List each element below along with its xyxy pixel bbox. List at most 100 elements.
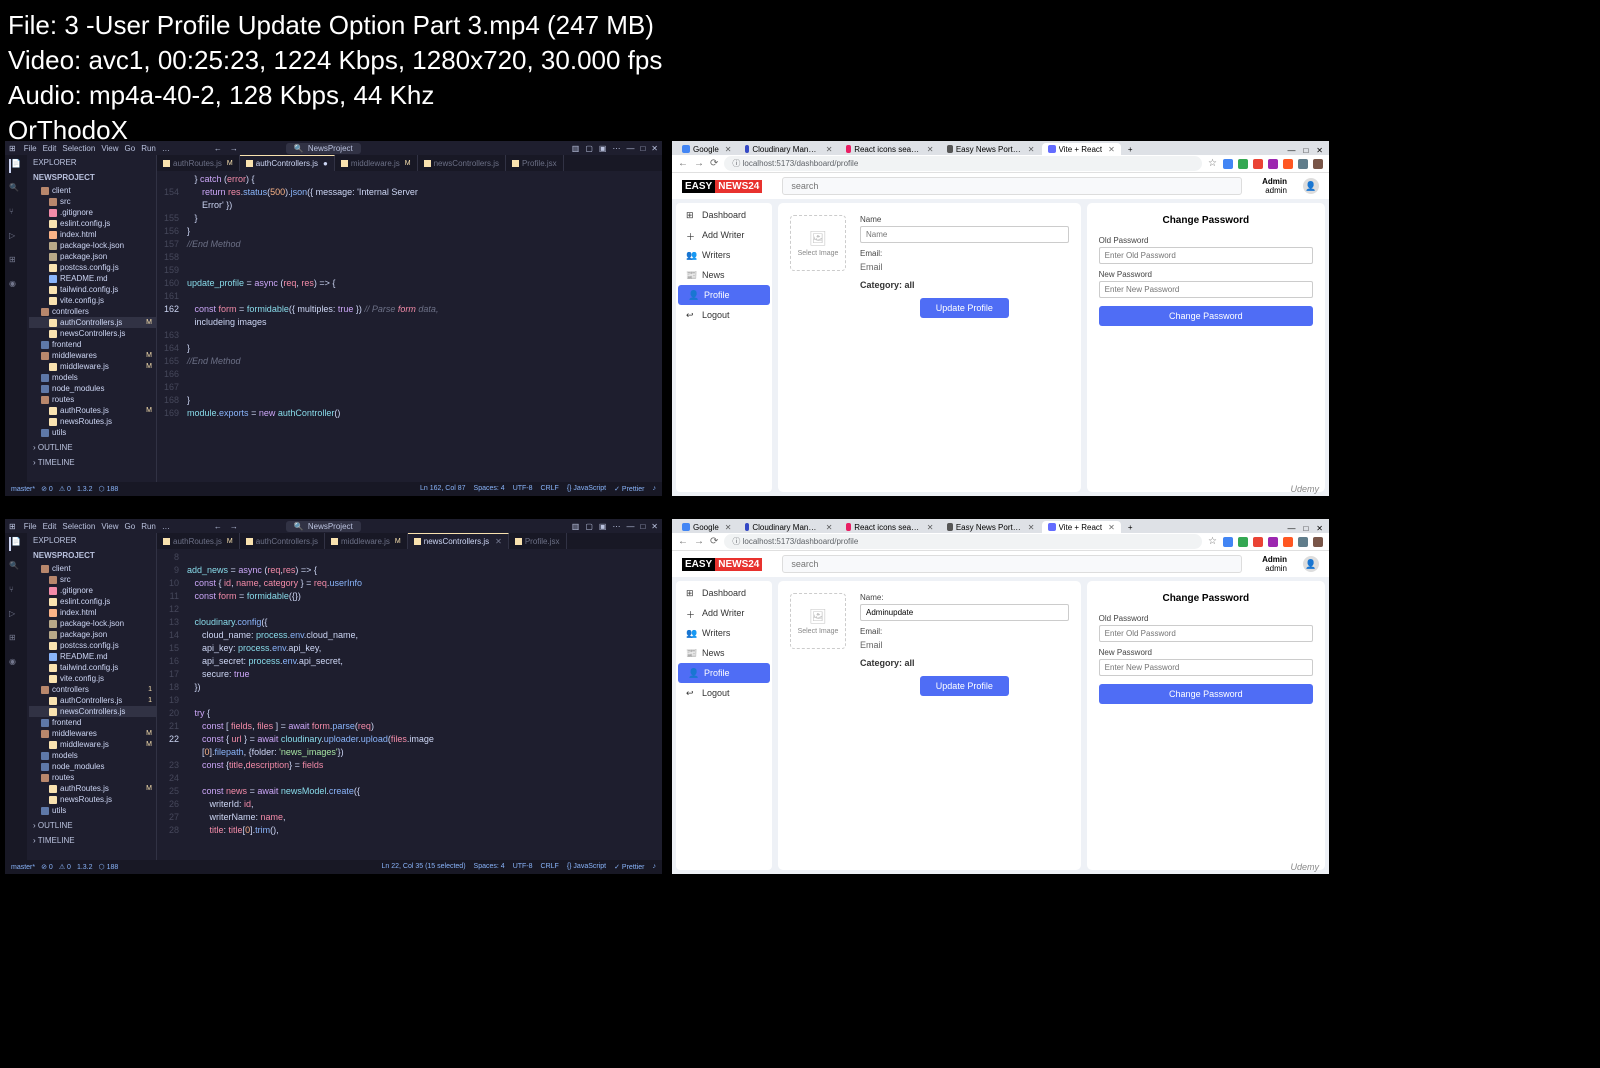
sidebar-item-news[interactable]: 📰News bbox=[676, 643, 772, 663]
file-tree-item[interactable]: package-lock.json bbox=[29, 240, 156, 251]
file-tree-item[interactable]: client bbox=[29, 563, 156, 574]
address-bar[interactable]: ⓘ localhost:5173/dashboard/profile bbox=[724, 156, 1202, 171]
file-tree-item[interactable]: frontend bbox=[29, 717, 156, 728]
file-tree-item[interactable]: postcss.config.js bbox=[29, 262, 156, 273]
extension-icon[interactable] bbox=[1298, 159, 1308, 169]
file-tree-item[interactable]: eslint.config.js bbox=[29, 596, 156, 607]
sidebar-item-profile[interactable]: 👤Profile bbox=[678, 285, 770, 305]
new-tab-button[interactable]: + bbox=[1122, 521, 1139, 533]
file-tree-item[interactable]: .gitignore bbox=[29, 585, 156, 596]
extension-icon[interactable] bbox=[1283, 537, 1293, 547]
file-tree-item[interactable]: index.html bbox=[29, 607, 156, 618]
browser-tab[interactable]: React icons search results✕ bbox=[840, 143, 940, 155]
file-tree-item[interactable]: middleware.js bbox=[29, 739, 156, 750]
forward-button[interactable]: → bbox=[694, 158, 704, 169]
browser-tab[interactable]: Easy News Portal Ninja✕ bbox=[941, 521, 1041, 533]
file-tree-item[interactable]: node_modules bbox=[29, 761, 156, 772]
file-tree-item[interactable]: models bbox=[29, 372, 156, 383]
name-input[interactable] bbox=[860, 604, 1069, 621]
code-editor[interactable]: } catch (error) {154 return res.status(5… bbox=[157, 171, 662, 482]
code-editor[interactable]: 8 9add_news = async (req,res) => {10 con… bbox=[157, 549, 662, 860]
name-input[interactable] bbox=[860, 226, 1069, 243]
address-bar[interactable]: ⓘ localhost:5173/dashboard/profile bbox=[724, 534, 1202, 549]
file-tree-item[interactable]: authRoutes.js bbox=[29, 405, 156, 416]
change-password-button[interactable]: Change Password bbox=[1099, 306, 1313, 326]
sidebar-item-add-writer[interactable]: ＋Add Writer bbox=[676, 225, 772, 245]
extension-icon[interactable] bbox=[1283, 159, 1293, 169]
avatar[interactable]: 👤 bbox=[1303, 178, 1319, 194]
editor-tab[interactable]: Profile.jsx bbox=[509, 533, 567, 549]
browser-tab[interactable]: Cloudinary Management Con…✕ bbox=[739, 521, 839, 533]
app-search-input[interactable] bbox=[782, 555, 1242, 573]
file-tree-item[interactable]: authRoutes.js bbox=[29, 783, 156, 794]
file-tree-item[interactable]: .gitignore bbox=[29, 207, 156, 218]
file-tree-item[interactable]: client bbox=[29, 185, 156, 196]
image-upload[interactable]: 🖼Select Image bbox=[790, 593, 846, 649]
file-tree-item[interactable]: middlewares bbox=[29, 728, 156, 739]
image-upload[interactable]: 🖼 Select Image bbox=[790, 215, 846, 271]
change-password-button[interactable]: Change Password bbox=[1099, 684, 1313, 704]
file-tree-item[interactable]: newsRoutes.js bbox=[29, 794, 156, 805]
editor-tab[interactable]: authRoutes.js bbox=[157, 155, 240, 171]
file-tree-item[interactable]: controllers bbox=[29, 684, 156, 695]
file-tree-item[interactable]: vite.config.js bbox=[29, 673, 156, 684]
reload-button[interactable]: ⟳ bbox=[710, 158, 718, 169]
file-tree-item[interactable]: package-lock.json bbox=[29, 618, 156, 629]
file-tree-item[interactable]: newsControllers.js bbox=[29, 328, 156, 339]
browser-tab[interactable]: React icons search results✕ bbox=[840, 521, 940, 533]
sidebar-item-dashboard[interactable]: ⊞Dashboard bbox=[676, 583, 772, 603]
file-tree-item[interactable]: README.md bbox=[29, 273, 156, 284]
file-tree-item[interactable]: postcss.config.js bbox=[29, 640, 156, 651]
file-tree-item[interactable]: routes bbox=[29, 394, 156, 405]
file-tree-item[interactable]: newsControllers.js bbox=[29, 706, 156, 717]
file-tree-item[interactable]: authControllers.js bbox=[29, 317, 156, 328]
back-button[interactable]: ← bbox=[678, 536, 688, 547]
old-password-input[interactable] bbox=[1099, 625, 1313, 642]
browser-tab[interactable]: Vite + React✕ bbox=[1042, 521, 1121, 533]
file-tree-item[interactable]: tailwind.config.js bbox=[29, 662, 156, 673]
file-tree-item[interactable]: README.md bbox=[29, 651, 156, 662]
extension-icon[interactable] bbox=[1268, 537, 1278, 547]
file-tree-item[interactable]: utils bbox=[29, 805, 156, 816]
reload-button[interactable]: ⟳ bbox=[710, 536, 718, 547]
extension-icon[interactable] bbox=[1313, 159, 1323, 169]
file-tree-item[interactable]: eslint.config.js bbox=[29, 218, 156, 229]
extension-icon[interactable] bbox=[1313, 537, 1323, 547]
browser-tab[interactable]: Easy News Portal Ninja✕ bbox=[941, 143, 1041, 155]
debug-icon[interactable]: ▷ bbox=[9, 231, 23, 245]
file-tree-item[interactable]: utils bbox=[29, 427, 156, 438]
remote-icon[interactable]: ◉ bbox=[9, 279, 23, 293]
sidebar-item-dashboard[interactable]: ⊞Dashboard bbox=[676, 205, 772, 225]
file-tree-item[interactable]: middlewares bbox=[29, 350, 156, 361]
editor-tab[interactable]: middleware.js bbox=[325, 533, 408, 549]
editor-tab[interactable]: newsControllers.js bbox=[418, 155, 506, 171]
file-tree-item[interactable]: tailwind.config.js bbox=[29, 284, 156, 295]
extension-icon[interactable] bbox=[1253, 537, 1263, 547]
update-profile-button[interactable]: Update Profile bbox=[920, 298, 1009, 318]
browser-tab[interactable]: Cloudinary Management Con…✕ bbox=[739, 143, 839, 155]
file-tree-item[interactable]: src bbox=[29, 196, 156, 207]
extension-icon[interactable] bbox=[1238, 159, 1248, 169]
sidebar-item-profile[interactable]: 👤Profile bbox=[678, 663, 770, 683]
search-icon[interactable]: 🔍 bbox=[9, 183, 23, 197]
file-tree-item[interactable]: newsRoutes.js bbox=[29, 416, 156, 427]
file-tree-item[interactable]: controllers bbox=[29, 306, 156, 317]
editor-tab[interactable]: authControllers.js bbox=[240, 533, 325, 549]
browser-tab[interactable]: Google✕ bbox=[676, 521, 738, 533]
browser-tab[interactable]: Google✕ bbox=[676, 143, 738, 155]
new-password-input[interactable] bbox=[1099, 659, 1313, 676]
file-tree-item[interactable]: node_modules bbox=[29, 383, 156, 394]
file-tree-item[interactable]: package.json bbox=[29, 251, 156, 262]
extension-icon[interactable] bbox=[1223, 159, 1233, 169]
sidebar-item-add-writer[interactable]: ＋Add Writer bbox=[676, 603, 772, 623]
file-tree-item[interactable]: package.json bbox=[29, 629, 156, 640]
file-tree-item[interactable]: routes bbox=[29, 772, 156, 783]
editor-tab[interactable]: Profile.jsx bbox=[506, 155, 564, 171]
file-tree-item[interactable]: src bbox=[29, 574, 156, 585]
file-tree-item[interactable]: frontend bbox=[29, 339, 156, 350]
sidebar-item-logout[interactable]: ↩Logout bbox=[676, 683, 772, 703]
editor-tab[interactable]: middleware.js bbox=[335, 155, 418, 171]
browser-tab[interactable]: Vite + React✕ bbox=[1042, 143, 1121, 155]
old-password-input[interactable] bbox=[1099, 247, 1313, 264]
back-button[interactable]: ← bbox=[678, 158, 688, 169]
